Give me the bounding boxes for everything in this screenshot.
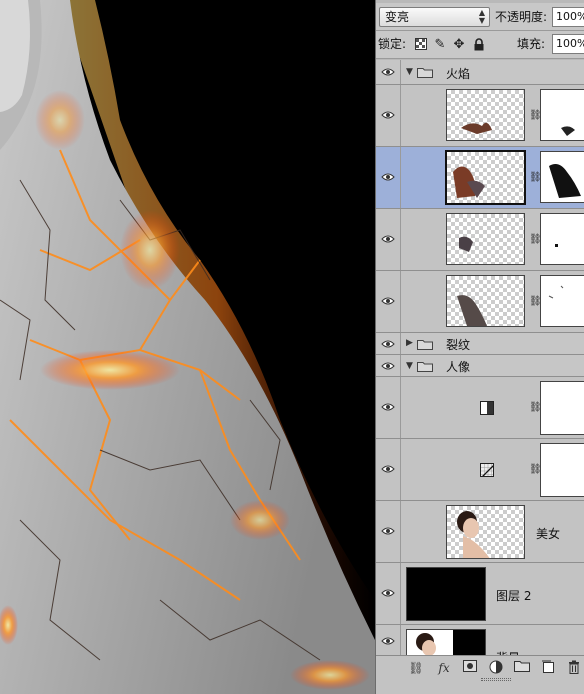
group-name: 裂纹 bbox=[446, 338, 471, 352]
expand-right-icon[interactable]: ▶ bbox=[406, 338, 413, 348]
blend-opacity-row: 变亮 ▲▼ 不透明度: 100% bbox=[376, 3, 584, 31]
layer-thumbnail[interactable] bbox=[446, 275, 525, 327]
eye-icon[interactable] bbox=[381, 589, 395, 597]
visibility-column bbox=[376, 271, 401, 332]
layer-thumbnail[interactable] bbox=[445, 150, 526, 205]
move-icon[interactable]: ✥ bbox=[452, 38, 466, 52]
chain-link-icon[interactable]: ⛓ bbox=[529, 171, 542, 185]
visibility-column bbox=[376, 377, 401, 438]
layer-thumbnail[interactable] bbox=[446, 89, 525, 141]
layer-group-portrait[interactable]: ▼ 人像 bbox=[376, 355, 584, 377]
layer-mask-thumbnail[interactable] bbox=[540, 213, 584, 265]
eye-icon[interactable] bbox=[381, 111, 395, 119]
eye-icon[interactable] bbox=[381, 68, 395, 76]
chain-link-icon[interactable]: ⛓ bbox=[529, 463, 542, 477]
layer-mask-thumbnail[interactable] bbox=[540, 381, 584, 435]
eye-icon[interactable] bbox=[381, 403, 395, 411]
eye-icon[interactable] bbox=[381, 527, 395, 535]
chain-link-icon[interactable]: ⛓ bbox=[529, 109, 542, 123]
group-name: 火焰 bbox=[446, 67, 471, 81]
layer-name: 图层 2 bbox=[496, 589, 532, 603]
folder-icon bbox=[417, 67, 433, 78]
layer-thumbnail[interactable] bbox=[446, 505, 525, 559]
layer-mask-thumbnail[interactable] bbox=[540, 151, 584, 203]
layer-mask-thumbnail[interactable] bbox=[540, 443, 584, 497]
lock-label: 锁定: bbox=[378, 37, 407, 51]
visibility-column bbox=[376, 147, 401, 208]
cracked-neck-artwork bbox=[0, 0, 375, 694]
visibility-column bbox=[376, 85, 401, 146]
trash-icon[interactable] bbox=[566, 660, 582, 676]
eye-icon[interactable] bbox=[381, 637, 395, 645]
fill-label: 填充: bbox=[517, 37, 546, 51]
checker-icon[interactable] bbox=[414, 38, 428, 52]
layer-mask-thumbnail[interactable] bbox=[540, 89, 584, 141]
layer-name: 美女 bbox=[536, 527, 561, 541]
eye-icon[interactable] bbox=[381, 173, 395, 181]
folder-icon bbox=[417, 339, 433, 350]
lock-fill-row: 锁定: ✎ ✥ 填充: 100% bbox=[376, 31, 584, 59]
layer-beauty[interactable]: 美女 bbox=[376, 501, 584, 563]
folder-icon[interactable] bbox=[514, 660, 530, 676]
visibility-column bbox=[376, 333, 401, 354]
layer-mask-thumbnail[interactable] bbox=[540, 275, 584, 327]
link-icon[interactable]: ⛓ bbox=[408, 660, 424, 676]
curves-adjustment-icon[interactable] bbox=[480, 463, 494, 477]
visibility-column bbox=[376, 60, 401, 84]
layer-fire-1[interactable]: ⛓ bbox=[376, 85, 584, 147]
chain-link-icon[interactable]: ⛓ bbox=[529, 233, 542, 247]
adjustment-icon[interactable] bbox=[488, 660, 504, 676]
group-name: 人像 bbox=[446, 360, 471, 374]
eye-icon[interactable] bbox=[381, 465, 395, 473]
layer-thumbnail[interactable] bbox=[446, 213, 525, 265]
opacity-input[interactable]: 100% bbox=[552, 7, 584, 27]
layer-thumbnail[interactable] bbox=[406, 567, 486, 621]
fx-button[interactable]: fx bbox=[436, 660, 452, 676]
black-white-adjustment-icon[interactable] bbox=[480, 401, 494, 415]
eye-icon[interactable] bbox=[381, 235, 395, 243]
layers-toolbar: ⛓ fx bbox=[376, 655, 584, 694]
layer-fire-4[interactable]: ⛓ bbox=[376, 271, 584, 333]
eye-icon[interactable] bbox=[381, 340, 395, 348]
resize-grip[interactable] bbox=[481, 678, 511, 681]
visibility-column bbox=[376, 439, 401, 500]
opacity-label: 不透明度: bbox=[495, 10, 548, 24]
layer-group-fire[interactable]: ▼ 火焰 bbox=[376, 60, 584, 85]
document-canvas[interactable] bbox=[0, 0, 375, 694]
select-arrows-icon: ▲ ▼ bbox=[478, 8, 485, 25]
layer-2[interactable]: 图层 2 bbox=[376, 563, 584, 625]
blend-mode-value: 变亮 bbox=[385, 10, 410, 24]
expand-down-icon[interactable]: ▼ bbox=[406, 67, 413, 77]
chain-link-icon[interactable]: ⛓ bbox=[529, 401, 542, 415]
layer-fire-2-selected[interactable]: ⛓ bbox=[376, 147, 584, 209]
layer-adjustment-curves[interactable]: ⛓ bbox=[376, 439, 584, 501]
new-layer-icon[interactable] bbox=[540, 660, 556, 676]
fill-input[interactable]: 100% bbox=[552, 34, 584, 54]
visibility-column bbox=[376, 563, 401, 624]
layer-group-crack[interactable]: ▶ 裂纹 bbox=[376, 333, 584, 355]
chain-link-icon[interactable]: ⛓ bbox=[529, 295, 542, 309]
folder-icon bbox=[417, 361, 433, 372]
visibility-column bbox=[376, 501, 401, 562]
mask-icon[interactable] bbox=[462, 660, 478, 676]
visibility-column bbox=[376, 209, 401, 270]
visibility-column bbox=[376, 355, 401, 376]
blend-mode-select[interactable]: 变亮 ▲ ▼ bbox=[379, 7, 490, 27]
expand-down-icon[interactable]: ▼ bbox=[406, 361, 413, 371]
layers-panel: 变亮 ▲▼ 不透明度: 100% 锁定: ✎ ✥ 填充: 100% ▼ 火焰 ⛓ bbox=[375, 0, 584, 694]
eye-icon[interactable] bbox=[381, 362, 395, 370]
eye-icon[interactable] bbox=[381, 297, 395, 305]
layer-fire-3[interactable]: ⛓ bbox=[376, 209, 584, 271]
layer-adjustment-bw[interactable]: ⛓ bbox=[376, 377, 584, 439]
brush-icon[interactable]: ✎ bbox=[433, 38, 447, 52]
lock-icon[interactable] bbox=[472, 38, 486, 52]
